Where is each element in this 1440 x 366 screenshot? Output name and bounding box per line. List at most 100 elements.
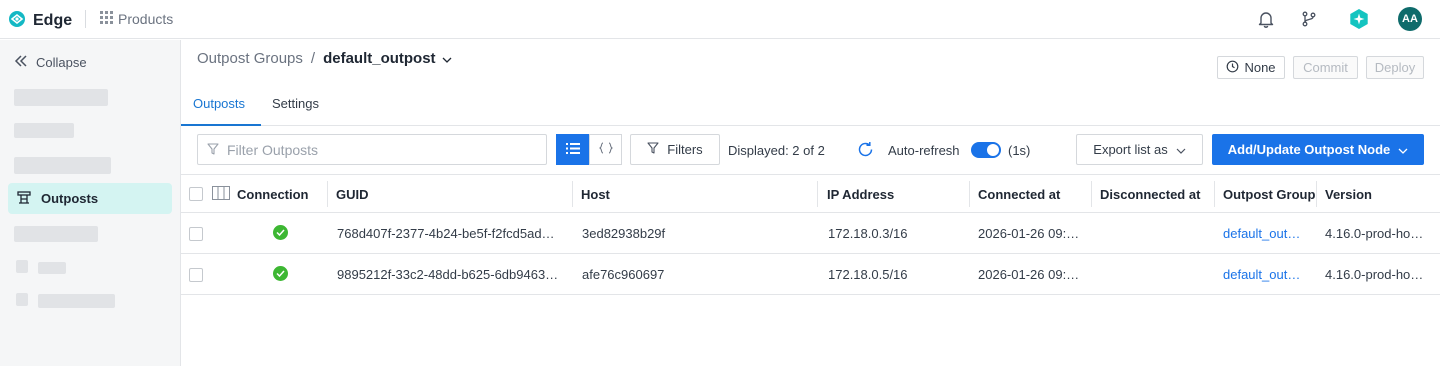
json-view-button[interactable] [589,134,622,165]
table-row[interactable]: 9895212f-33c2-48dd-b625-6db9463… afe76c9… [181,254,1440,295]
auto-refresh-label: Auto-refresh [888,143,960,158]
list-view-button[interactable] [556,134,589,165]
edge-logo-icon [8,10,26,31]
top-bar: Edge Products AA [0,0,1440,39]
export-dropdown[interactable]: Export list as [1076,134,1203,165]
column-header-connected-at[interactable]: Connected at [978,175,1088,213]
history-icon [1226,60,1239,76]
check-circle-icon [273,266,288,281]
filters-label: Filters [667,142,703,157]
sparkle-icon[interactable] [1348,8,1370,30]
bell-icon[interactable] [1255,8,1277,30]
sidebar: Collapse Outposts [0,40,181,366]
version-cell: 4.16.0-prod-ho… [1325,225,1424,241]
column-header-host[interactable]: Host [581,175,816,213]
braces-icon [598,142,613,157]
version-cell: 4.16.0-prod-ho… [1325,266,1424,282]
products-label: Products [118,11,174,27]
check-circle-icon [273,225,288,240]
nav-placeholder[interactable] [14,123,74,138]
tab-settings[interactable]: Settings [272,96,319,111]
column-header-ip-address[interactable]: IP Address [827,175,967,213]
nav-placeholder[interactable] [38,294,115,308]
select-all-checkbox[interactable] [189,187,203,201]
column-divider[interactable] [1214,181,1215,207]
breadcrumb-parent[interactable]: Outpost Groups [197,50,303,67]
collapse-label: Collapse [36,55,87,70]
connected-at-cell: 2026-01-26 09:… [978,266,1080,282]
column-divider[interactable] [1091,181,1092,207]
filter-icon [647,142,659,157]
filter-icon [207,142,219,158]
column-divider[interactable] [572,181,573,207]
host-cell: afe76c960697 [582,266,665,282]
active-tab-indicator [181,124,261,126]
connected-at-cell: 2026-01-26 09:… [978,225,1080,241]
divider [85,10,86,28]
table-row[interactable]: 768d407f-2377-4b24-be5f-f2fcd5ad… 3ed829… [181,213,1440,254]
page-title: default_outpost [323,50,436,67]
products-menu[interactable]: Products [100,11,173,27]
guid-cell: 768d407f-2377-4b24-be5f-f2fcd5ad… [337,225,555,241]
history-label: None [1244,60,1276,75]
columns-icon[interactable] [212,186,230,203]
filter-placeholder: Filter Outposts [227,141,319,158]
nav-placeholder-icon [16,260,28,273]
column-header-connection[interactable]: Connection [237,175,327,213]
nav-placeholder[interactable] [14,157,111,174]
app-name: Edge [33,11,73,29]
auto-refresh-toggle[interactable] [971,142,1001,158]
sidebar-item-label: Outposts [41,191,99,206]
refresh-icon[interactable] [857,141,874,161]
chevron-down-icon [442,50,452,67]
column-header-guid[interactable]: GUID [336,175,571,213]
chevron-down-icon [1398,142,1408,157]
disconnected-at-cell [1100,213,1210,253]
outpost-group-link[interactable]: default_out… [1223,254,1313,294]
table-header: Connection GUID Host IP Address Connecte… [181,174,1440,213]
column-divider[interactable] [327,181,328,207]
displayed-count: Displayed: 2 of 2 [728,143,825,158]
avatar[interactable]: AA [1398,7,1422,31]
ip-address-cell: 172.18.0.3/16 [828,225,908,241]
filter-input[interactable]: Filter Outposts [197,134,547,165]
export-label: Export list as [1093,142,1168,157]
sidebar-item-outposts[interactable]: Outposts [8,183,172,214]
column-header-version[interactable]: Version [1325,175,1435,213]
tab-outposts[interactable]: Outposts [193,96,245,111]
nav-placeholder[interactable] [14,89,108,106]
row-checkbox[interactable] [189,268,203,282]
disconnected-at-cell [1100,254,1210,294]
host-cell: 3ed82938b29f [582,225,666,241]
commit-button[interactable]: Commit [1293,56,1358,79]
column-header-outpost-group[interactable]: Outpost Group [1223,175,1315,213]
list-icon [565,142,580,157]
guid-cell: 9895212f-33c2-48dd-b625-6db9463… [337,266,559,282]
outposts-icon [17,190,31,207]
nav-placeholder[interactable] [14,226,98,242]
breadcrumb-separator: / [310,50,316,67]
column-header-disconnected-at[interactable]: Disconnected at [1100,175,1213,213]
column-divider[interactable] [817,181,818,207]
deploy-button[interactable]: Deploy [1366,56,1424,79]
breadcrumb: Outpost Groups / default_outpost [197,50,452,67]
grid-icon [100,11,113,27]
add-update-label: Add/Update Outpost Node [1227,142,1391,157]
outpost-group-link[interactable]: default_out… [1223,213,1313,253]
history-button[interactable]: None [1217,56,1285,79]
brand[interactable]: Edge [8,10,72,31]
add-update-outpost-node-button[interactable]: Add/Update Outpost Node [1212,134,1424,165]
filters-button[interactable]: Filters [630,134,720,165]
refresh-interval: (1s) [1008,143,1031,158]
collapse-button[interactable]: Collapse [14,55,87,70]
git-branch-icon[interactable] [1298,8,1320,30]
double-chevron-left-icon [14,55,28,70]
column-divider[interactable] [1316,181,1317,207]
nav-placeholder[interactable] [38,262,66,274]
outpost-group-selector[interactable]: default_outpost [323,50,452,67]
chevron-down-icon [1176,142,1186,157]
row-checkbox[interactable] [189,227,203,241]
column-divider[interactable] [969,181,970,207]
ip-address-cell: 172.18.0.5/16 [828,266,908,282]
nav-placeholder-icon [16,293,28,306]
